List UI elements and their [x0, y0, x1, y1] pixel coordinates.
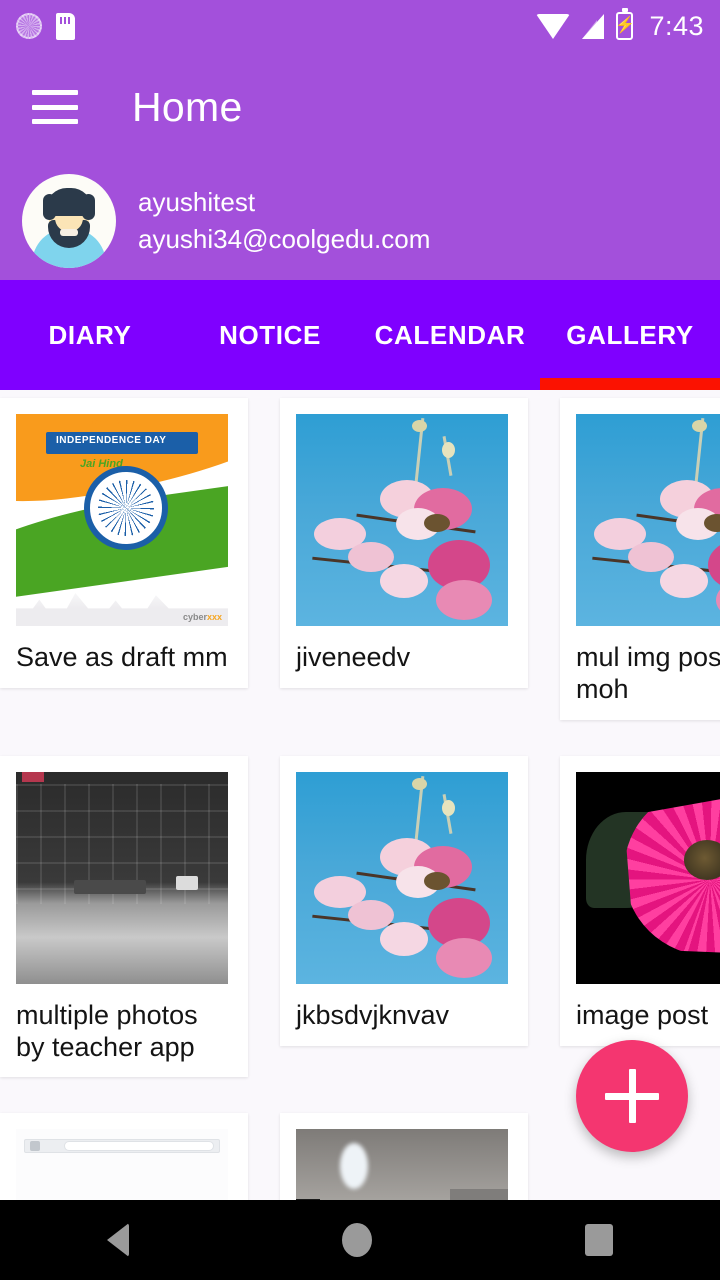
keyboard-photo-image [16, 771, 228, 984]
tab-bar: DIARY NOTICE CALENDAR GALLERY [0, 280, 720, 390]
independence-day-flag-image: HAPPY INDEPENDENCE DAY Jai Hind cyberxxx [16, 414, 228, 626]
cellular-signal-icon [582, 13, 605, 39]
gallery-card[interactable] [0, 1113, 248, 1200]
android-navigation-bar [0, 1200, 720, 1280]
orange-food-photo-image [296, 1129, 508, 1200]
cherry-blossom-image [296, 414, 508, 626]
cherry-blossom-image [576, 414, 720, 626]
status-bar-clock: 7:43 [649, 10, 704, 41]
gallery-row: HAPPY INDEPENDENCE DAY Jai Hind cyberxxx… [0, 398, 720, 720]
tab-calendar[interactable]: CALENDAR [360, 320, 540, 351]
add-post-fab[interactable] [576, 1040, 688, 1152]
pink-gerbera-flower-image [576, 771, 720, 984]
wifi-icon [536, 13, 571, 39]
gallery-card-caption: jkbsdvjknvav [296, 999, 450, 1030]
back-button-icon[interactable] [106, 1223, 129, 1257]
status-bar-left-icons [16, 12, 75, 40]
profile-username: ayushitest [138, 187, 256, 217]
tab-gallery[interactable]: GALLERY [540, 320, 720, 351]
gallery-card[interactable]: jkbsdvjknvav [280, 755, 528, 1046]
gallery-card-caption: Save as draft mm [16, 642, 228, 672]
gallery-card-caption: multiple photos by teacher app [16, 999, 198, 1062]
gallery-card-caption: jiveneedv [296, 642, 411, 672]
gallery-card-caption: mul img posting moh [576, 642, 720, 704]
gallery-card[interactable]: mul img posting moh [560, 398, 720, 720]
tab-indicator [540, 378, 720, 390]
gallery-card[interactable]: image post [560, 755, 720, 1046]
recents-button-icon[interactable] [585, 1224, 614, 1256]
home-button-icon[interactable] [341, 1223, 372, 1257]
profile-header[interactable]: ayushitest ayushi34@coolgedu.com [0, 162, 720, 280]
gallery-card[interactable]: HAPPY INDEPENDENCE DAY Jai Hind cyberxxx… [0, 398, 248, 688]
app-bar: Home [0, 52, 720, 162]
gallery-row: multiple photos by teacher app jkbsdvjkn… [0, 755, 720, 1078]
cherry-blossom-image [296, 771, 508, 984]
gallery-card[interactable]: multiple photos by teacher app [0, 755, 248, 1078]
avatar [22, 174, 116, 268]
gallery-card[interactable] [280, 1113, 528, 1200]
gallery-card[interactable]: jiveneedv [280, 398, 528, 688]
gallery-card-caption: image post [576, 999, 709, 1030]
sd-card-icon [56, 12, 75, 40]
battery-charging-icon: ⚡ [615, 8, 635, 40]
browser-screenshot-image [16, 1129, 228, 1200]
profile-text: ayushitest ayushi34@coolgedu.com [138, 187, 430, 255]
plus-icon-vertical [628, 1069, 636, 1123]
hamburger-menu-icon[interactable] [32, 90, 78, 124]
tab-diary[interactable]: DIARY [0, 320, 180, 351]
profile-email: ayushi34@coolgedu.com [138, 224, 431, 254]
app-screen: ⚡ 7:43 Home ayushitest ayushi34@coolgedu… [0, 0, 720, 1280]
sync-icon [16, 13, 42, 39]
tab-notice[interactable]: NOTICE [180, 320, 360, 351]
status-bar-right-icons: ⚡ 7:43 [536, 8, 704, 42]
status-bar: ⚡ 7:43 [0, 0, 720, 52]
page-title: Home [132, 83, 243, 130]
